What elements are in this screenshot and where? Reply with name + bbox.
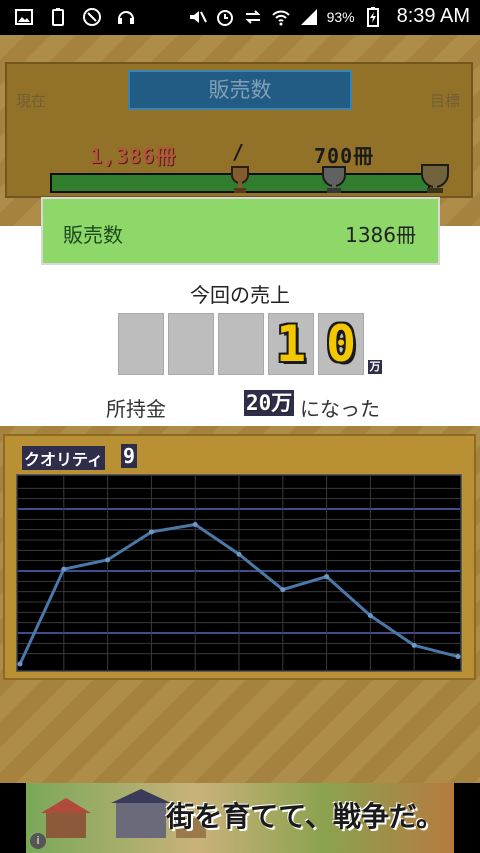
dialog-header-label: 販売数 (63, 223, 123, 247)
dialog-header-value: 1386冊 (345, 223, 416, 247)
bronze-trophy-icon (231, 166, 249, 193)
gallery-icon (15, 9, 33, 25)
silver-trophy-icon (322, 166, 346, 193)
sales-digit: 1 (275, 315, 307, 373)
dialog-header: 販売数 1386冊 (41, 197, 440, 265)
wifi-icon (271, 10, 290, 25)
gold-trophy-icon (421, 164, 449, 193)
sync-icon (245, 9, 260, 24)
headset-icon (118, 11, 134, 24)
recycle-icon (52, 8, 64, 26)
ad-text: 街を育てて、戦争だ。 (166, 800, 444, 833)
signal-icon (300, 8, 317, 25)
sales-title: 今回の売上 (190, 283, 290, 307)
current-sales-value: 1,386冊 (90, 144, 177, 168)
money-suffix: になった (300, 397, 380, 421)
current-label: 現在 (16, 92, 47, 110)
money-label: 所持金 (106, 397, 166, 421)
chart-point (61, 566, 67, 572)
clock: 8:39 AM (396, 5, 470, 27)
sales-separator: / (232, 140, 246, 164)
chart-point (411, 642, 417, 648)
alarm-icon (216, 9, 233, 26)
sales-unit: 万 (368, 360, 382, 374)
ad-side-right (454, 783, 480, 853)
chart-point (367, 613, 373, 619)
sales-digit-box (168, 313, 214, 375)
status-bar: 93% 8:39 AM (0, 0, 480, 35)
sales-digit-box (118, 313, 164, 375)
chart-point (236, 551, 242, 557)
chart-point (192, 522, 198, 527)
chart-point (455, 654, 461, 660)
chart-point (148, 529, 154, 535)
ad-info-icon[interactable]: i (30, 833, 46, 849)
sales-digit: 0 (325, 315, 357, 373)
battery-charging-icon (366, 6, 379, 27)
call-settings-icon (83, 8, 101, 26)
sales-panel-header: 販売数 (128, 70, 352, 110)
target-label: 目標 (430, 92, 461, 110)
quality-chart (16, 474, 462, 672)
quality-label: クオリティ (22, 446, 106, 470)
sales-digit-box (218, 313, 264, 375)
chart-point (324, 574, 330, 580)
battery-percent: 93% (326, 8, 355, 25)
chart-point (105, 557, 111, 563)
mute-icon (189, 10, 207, 23)
chart-point (280, 587, 286, 593)
ad-side-left (0, 783, 26, 853)
quality-value: 9 (121, 444, 138, 468)
money-value: 20万 (244, 390, 295, 416)
ad-banner[interactable]: 街を育てて、戦争だ。 i (26, 783, 454, 853)
chart-point (17, 661, 23, 667)
